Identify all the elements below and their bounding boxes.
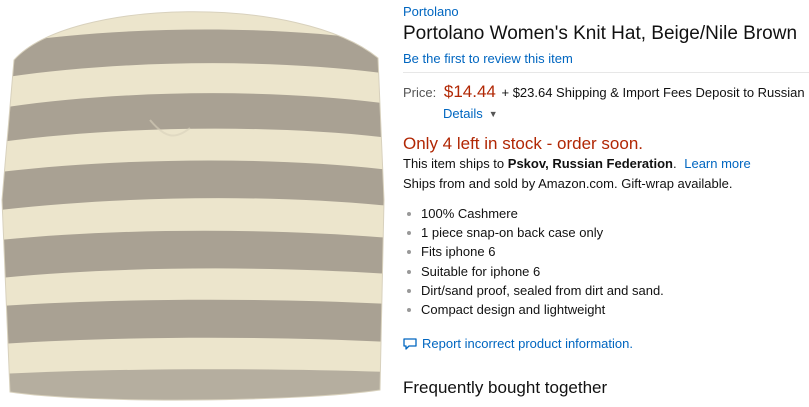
feature-bullet: Fits iphone 6 — [403, 242, 664, 261]
report-incorrect-info-link[interactable]: Report incorrect product information. — [403, 336, 633, 351]
ships-to: This item ships to Pskov, Russian Federa… — [403, 156, 751, 171]
price-label: Price: — [403, 85, 437, 100]
knit-hat-image — [1, 11, 385, 401]
ships-from: Ships from and sold by Amazon.com. Gift-… — [403, 176, 733, 191]
product-image[interactable] — [0, 0, 390, 407]
feature-bullet: Dirt/sand proof, sealed from dirt and sa… — [403, 281, 664, 300]
details-link[interactable]: Details ▼ — [443, 106, 498, 121]
price-value: $14.44 — [443, 82, 496, 101]
feature-bullet: 1 piece snap-on back case only — [403, 223, 664, 242]
details-label: Details — [443, 106, 483, 121]
caret-down-icon: ▼ — [488, 109, 498, 119]
feature-bullet: 100% Cashmere — [403, 204, 664, 223]
report-label: Report incorrect product information. — [422, 336, 633, 351]
divider — [403, 72, 809, 73]
feature-bullet: Compact design and lightweight — [403, 300, 664, 319]
ships-to-location: Pskov, Russian Federation — [507, 156, 673, 171]
ships-to-prefix: This item ships to — [403, 156, 505, 171]
review-link[interactable]: Be the first to review this item — [403, 51, 573, 66]
feature-bullets: 100% Cashmere 1 piece snap-on back case … — [403, 204, 664, 319]
frequently-bought-heading: Frequently bought together — [403, 378, 608, 397]
product-title: Portolano Women's Knit Hat, Beige/Nile B… — [403, 23, 798, 44]
shipping-fees: + $23.64 Shipping & Import Fees Deposit … — [501, 85, 805, 100]
feature-bullet: Suitable for iphone 6 — [403, 262, 664, 281]
ships-to-suffix: . — [672, 156, 677, 171]
learn-more-link[interactable]: Learn more — [684, 156, 750, 171]
stock-message: Only 4 left in stock - order soon. — [403, 134, 643, 153]
price-row: Price: $14.44 + $23.64 Shipping & Import… — [403, 83, 805, 102]
brand-link[interactable]: Portolano — [403, 4, 459, 19]
speech-bubble-icon — [403, 337, 417, 350]
